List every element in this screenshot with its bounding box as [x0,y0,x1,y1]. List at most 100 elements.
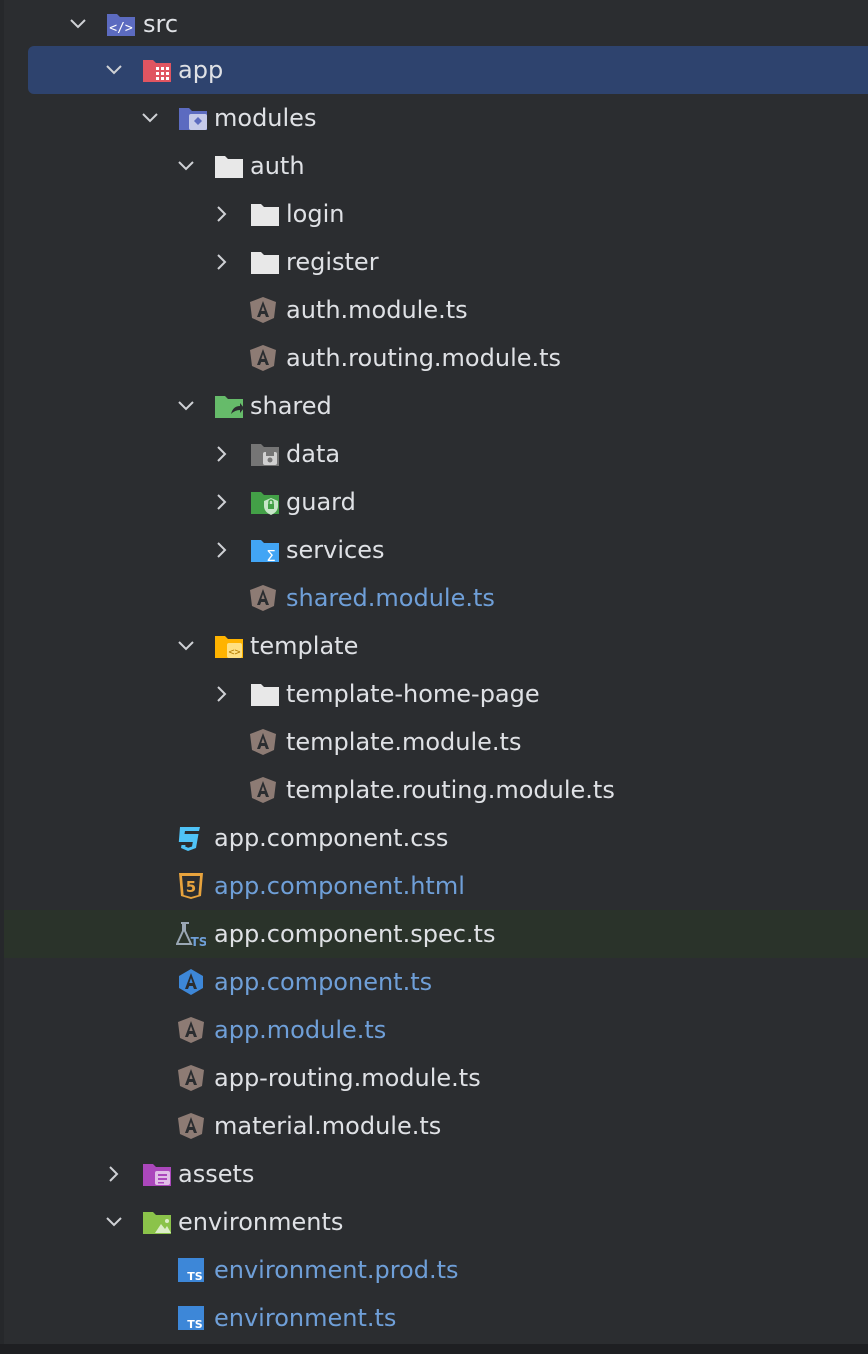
tree-item-label: app [178,56,224,84]
modules-folder-icon [178,104,208,132]
tree-item-label: template-home-page [286,680,540,708]
angular-file-icon [248,344,278,372]
tree-item-label: register [286,248,379,276]
tree-item-label: template [250,632,359,660]
guard-folder-icon [250,488,280,516]
svg-text:Σ: Σ [266,547,275,564]
tree-item-label: auth [250,152,305,180]
svg-text:TS: TS [191,935,206,948]
tree-row-services[interactable]: Σ services [0,526,868,574]
tree-row-template[interactable]: <> template [0,622,868,670]
angular-file-icon [248,776,278,804]
tree-item-label: auth.routing.module.ts [286,344,562,372]
environments-folder-icon [142,1208,172,1236]
tree-row-auth[interactable]: auth [0,142,868,190]
tree-row-file[interactable]: TS environment.prod.ts [0,1246,868,1294]
tree-row-register[interactable]: register [0,238,868,286]
angular-file-icon [248,728,278,756]
chevron-down-icon[interactable] [174,154,198,178]
tree-row-file[interactable]: template.module.ts [0,718,868,766]
folder-icon [250,200,280,228]
chevron-right-icon[interactable] [210,490,234,514]
tree-row-file[interactable]: app.component.css [0,814,868,862]
tree-row-file[interactable]: template.routing.module.ts [0,766,868,814]
tree-row-file[interactable]: 5 app.component.html [0,862,868,910]
chevron-down-icon[interactable] [138,106,162,130]
tree-row-file[interactable]: material.module.ts [0,1102,868,1150]
tree-item-label: app.module.ts [214,1016,387,1044]
chevron-right-icon[interactable] [210,442,234,466]
tree-row-file[interactable]: app.component.ts [0,958,868,1006]
tree-row-file[interactable]: app-routing.module.ts [0,1054,868,1102]
svg-text:TS: TS [187,1270,203,1283]
chevron-right-icon[interactable] [210,250,234,274]
chevron-right-icon[interactable] [210,682,234,706]
tree-row-guard[interactable]: guard [0,478,868,526]
tree-row-src[interactable]: </> src [0,0,868,48]
tree-row-assets[interactable]: assets [0,1150,868,1198]
services-folder-icon: Σ [250,536,280,564]
data-folder-icon [250,440,280,468]
tree-item-label: guard [286,488,356,516]
tree-row-login[interactable]: login [0,190,868,238]
angular-file-icon [176,1064,206,1092]
angular-component-icon [176,968,206,996]
tree-item-label: environments [178,1208,344,1236]
tree-row-file[interactable]: shared.module.ts [0,574,868,622]
tree-item-label: modules [214,104,317,132]
css-file-icon [176,824,206,852]
tree-item-label: services [286,536,385,564]
tree-item-label: app.component.ts [214,968,433,996]
tree-item-label: shared.module.ts [286,584,495,612]
svg-text:5: 5 [186,878,196,896]
tree-item-label: environment.prod.ts [214,1256,459,1284]
tree-item-label: shared [250,392,332,420]
tree-item-label: template.module.ts [286,728,522,756]
angular-file-icon [176,1016,206,1044]
tree-row-shared[interactable]: shared [0,382,868,430]
tree-item-label: data [286,440,341,468]
html-file-icon: 5 [176,872,206,900]
assets-folder-icon [142,1160,172,1188]
chevron-down-icon[interactable] [66,12,90,36]
tree-item-label: app-routing.module.ts [214,1064,481,1092]
tree-item-label: assets [178,1160,255,1188]
tree-item-label: app.component.html [214,872,465,900]
tree-item-label: material.module.ts [214,1112,442,1140]
angular-file-icon [176,1112,206,1140]
tree-row-template-home-page[interactable]: template-home-page [0,670,868,718]
tree-row-file[interactable]: app.module.ts [0,1006,868,1054]
source-folder-icon: </> [106,10,136,38]
chevron-down-icon[interactable] [102,58,126,82]
chevron-down-icon[interactable] [102,1210,126,1234]
chevron-right-icon[interactable] [210,538,234,562]
tree-item-label: src [143,10,179,38]
app-module-folder-icon [142,56,172,84]
tree-row-modules[interactable]: modules [0,94,868,142]
svg-text:<>: <> [228,647,240,658]
tree-row-file[interactable]: auth.routing.module.ts [0,334,868,382]
chevron-right-icon[interactable] [102,1162,126,1186]
folder-icon [250,248,280,276]
tree-row-app[interactable]: app [0,46,868,94]
test-file-icon: TS [176,920,206,948]
tree-row-data[interactable]: data [0,430,868,478]
tree-row-environments[interactable]: environments [0,1198,868,1246]
chevron-down-icon[interactable] [174,634,198,658]
typescript-file-icon: TS [176,1304,206,1332]
template-folder-icon: <> [214,632,244,660]
tree-item-label: auth.module.ts [286,296,468,324]
angular-file-icon [248,296,278,324]
tree-item-label: template.routing.module.ts [286,776,615,804]
tree-row-file[interactable]: TS app.component.spec.ts [0,910,868,958]
tree-item-label: login [286,200,345,228]
tree-row-file[interactable]: TS environment.ts [0,1294,868,1342]
typescript-file-icon: TS [176,1256,206,1284]
folder-icon [250,680,280,708]
svg-text:</>: </> [109,21,133,36]
tree-row-file[interactable]: auth.module.ts [0,286,868,334]
tree-item-label: app.component.css [214,824,449,852]
chevron-down-icon[interactable] [174,394,198,418]
svg-text:TS: TS [187,1318,203,1331]
chevron-right-icon[interactable] [210,202,234,226]
